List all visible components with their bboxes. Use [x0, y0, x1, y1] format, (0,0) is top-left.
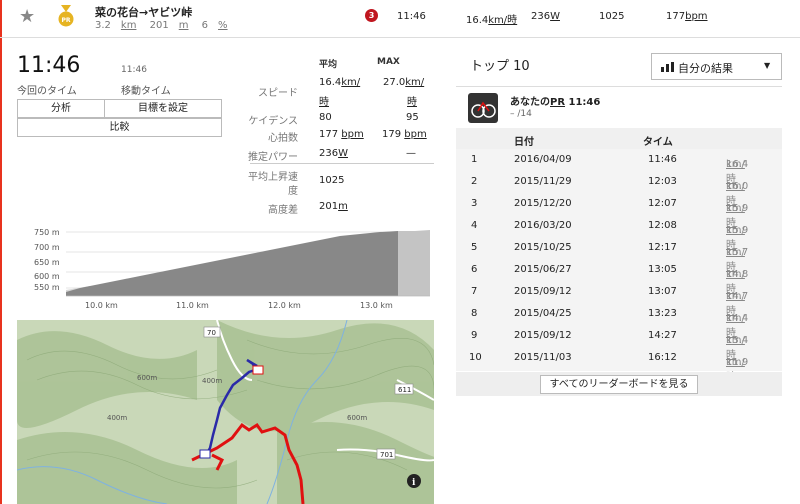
segment-elevation: 201	[149, 20, 169, 31]
y-tick: 750 m	[34, 228, 60, 237]
pr-title: あなたのPR 11:46	[510, 97, 601, 108]
road-label-701: 701	[380, 451, 393, 459]
segment-name[interactable]: 菜の花台→ヤビツ峠	[95, 4, 192, 20]
table-row[interactable]: 2 2015/11/29 12:03 16.0 km/時	[456, 171, 782, 207]
speed-avg-unit: 時	[319, 97, 329, 108]
segment-start-marker	[199, 449, 211, 459]
pr-medal-icon: PR	[58, 5, 74, 27]
bar-chart-icon	[661, 62, 674, 72]
pr-rank: – /14	[510, 109, 532, 119]
see-all-leaderboards-button[interactable]: すべてのリーダーボードを見る	[540, 375, 698, 394]
table-row[interactable]: 6 2015/06/27 13:05 14.8 km/時	[456, 259, 782, 295]
see-all-container: すべてのリーダーボードを見る	[456, 372, 782, 396]
map-info-icon-glyph: i	[412, 478, 416, 488]
vam-label-2: 度	[288, 186, 298, 197]
segment-summary: 3.2 km 201 m 6%	[95, 20, 228, 31]
table-row[interactable]: 5 2015/10/25 12:17 15.7 km/時	[456, 237, 782, 273]
heartrate-max: 179 bpm	[382, 129, 427, 140]
speed-label: スピード	[258, 88, 298, 99]
road-label-70: 70	[207, 329, 216, 337]
analysis-button[interactable]: 分析	[17, 99, 105, 118]
header-speed: 16.4km/時	[466, 15, 518, 26]
x-tick: 12.0 km	[268, 301, 301, 310]
elevation-diff-label: 高度差	[268, 205, 298, 216]
avatar	[468, 93, 498, 123]
table-row[interactable]: 3 2015/12/20 12:07 15.9 km/時	[456, 193, 782, 229]
leaderboard-header: 日付 タイム	[456, 128, 782, 149]
moving-time: 11:46	[121, 65, 147, 75]
heartrate-label: 心拍数	[268, 133, 298, 144]
speed-avg: 16.4km/	[319, 77, 361, 88]
road-label-611: 611	[398, 386, 411, 394]
header-heartrate: 177bpm	[666, 11, 708, 22]
contour-label: 600m	[347, 414, 367, 422]
elevation-diff-value: 201m	[319, 201, 348, 212]
speed-max: 27.0km/	[383, 77, 425, 88]
compare-button[interactable]: 比較	[17, 118, 222, 137]
segment-distance: 3.2	[95, 20, 111, 31]
leaderboard-table: 1 2016/04/09 11:46 16.4 km/時 2 2015/11/29…	[456, 149, 782, 383]
vam-label: 平均上昇速	[248, 172, 298, 183]
speed-max-unit: 時	[407, 97, 417, 108]
col-time-header: タイム	[643, 137, 673, 148]
y-tick: 600 m	[34, 272, 60, 281]
filter-label: 自分の結果	[678, 62, 733, 75]
elevation-area-after	[398, 230, 430, 296]
segment-grade: 6	[201, 20, 209, 31]
x-tick: 11.0 km	[176, 301, 209, 310]
x-tick: 10.0 km	[85, 301, 118, 310]
cadence-max: 95	[406, 112, 419, 123]
table-row[interactable]: 10 2015/11/03 16:12 11.9km/時	[456, 347, 782, 383]
chevron-down-icon: ▼	[764, 61, 771, 70]
col-date-header: 日付	[514, 137, 534, 148]
heartrate-avg: 177 bpm	[319, 129, 364, 140]
star-icon[interactable]: ★	[19, 6, 35, 27]
y-tick: 650 m	[34, 258, 60, 267]
effort-time: 11:46	[17, 53, 81, 78]
table-row[interactable]: 8 2015/04/25 13:23 14.4 km/時	[456, 303, 782, 339]
table-row[interactable]: 9 2015/09/12 14:27 13.4 km/時	[456, 325, 782, 361]
stats-avg-header: 平均	[319, 60, 338, 70]
header-time: 11:46	[397, 11, 426, 22]
cadence-label: ケイデンス	[248, 116, 298, 127]
pr-summary: あなたのPR 11:46 – /14	[456, 86, 782, 128]
effort-time-label: 今回のタイム	[17, 86, 77, 97]
contour-label: 600m	[137, 374, 157, 382]
contour-label: 400m	[107, 414, 127, 422]
route-map[interactable]: 70 611 701 400m 600m 400m 600m i	[17, 320, 434, 504]
power-avg: 236W	[319, 148, 348, 159]
power-label: 推定パワー	[248, 152, 298, 163]
segment-end-marker	[252, 365, 264, 375]
x-tick: 13.0 km	[360, 301, 393, 310]
elevation-profile-chart[interactable]: 750 m 700 m 650 m 600 m 550 m 10.0 km 11…	[30, 222, 435, 312]
svg-text:PR: PR	[61, 17, 70, 24]
contour-label: 400m	[202, 377, 222, 385]
leaderboard-title: トップ 10	[470, 59, 530, 74]
leaderboard-filter-dropdown[interactable]: 自分の結果 ▼	[651, 53, 782, 80]
set-goal-button[interactable]: 目標を設定	[104, 99, 222, 118]
moving-time-label: 移動タイム	[121, 86, 171, 97]
y-tick: 700 m	[34, 243, 60, 252]
cadence-avg: 80	[319, 112, 332, 123]
table-row[interactable]: 7 2015/09/12 13:07 14.7 km/時	[456, 281, 782, 317]
table-row[interactable]: 1 2016/04/09 11:46 16.4 km/時	[456, 149, 782, 185]
stats-max-header: MAX	[377, 57, 400, 67]
power-max: —	[406, 148, 416, 159]
left-accent-rule	[0, 0, 2, 504]
segment-header: ★ PR 菜の花台→ヤビツ峠 3.2 km 201 m 6% 3 11:46 16.…	[0, 0, 800, 38]
elevation-y-ticks: 750 m 700 m 650 m 600 m 550 m	[34, 228, 60, 292]
header-vam: 1025	[599, 11, 625, 22]
rank-badge: 3	[365, 9, 378, 22]
stats-divider	[250, 163, 434, 164]
elevation-area-segment	[66, 231, 398, 296]
table-row[interactable]: 4 2016/03/20 12:08 15.9 km/時	[456, 215, 782, 251]
vam-value: 1025	[319, 175, 345, 186]
header-power: 236W	[531, 11, 560, 22]
elevation-x-ticks: 10.0 km 11.0 km 12.0 km 13.0 km	[85, 301, 393, 310]
y-tick: 550 m	[34, 283, 60, 292]
